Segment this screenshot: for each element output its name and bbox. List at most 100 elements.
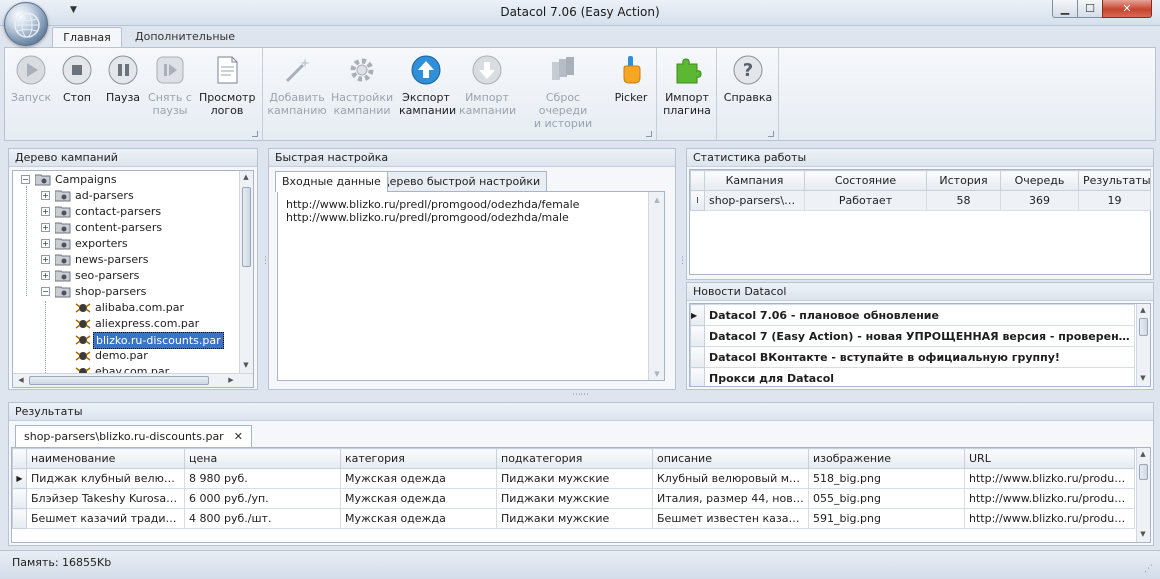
column-header[interactable]: Кампания <box>704 170 805 191</box>
add-campaign-button[interactable]: Добавить кампанию <box>267 54 327 117</box>
column-header[interactable]: URL <box>964 448 1135 469</box>
column-header[interactable]: описание <box>652 448 809 469</box>
tree-node-folder[interactable]: + contact-parsers <box>17 204 237 220</box>
stats-grid[interactable]: Кампания Состояние История Очередь Резул… <box>689 169 1151 275</box>
table-row[interactable]: ▶ Пиджак клубный велюровый 8 980 руб. Му… <box>12 468 1135 489</box>
tree-node-folder[interactable]: + content-parsers <box>17 220 237 236</box>
column-header[interactable]: категория <box>340 448 497 469</box>
stop-button[interactable]: Стоп <box>55 54 99 104</box>
input-data-textarea[interactable]: http://www.blizko.ru/predl/promgood/odez… <box>277 191 665 381</box>
scroll-up-icon[interactable]: ▲ <box>651 194 663 207</box>
column-header[interactable]: История <box>926 170 1001 191</box>
scroll-thumb[interactable] <box>1139 464 1148 480</box>
view-logs-button[interactable]: Просмотр логов <box>199 54 255 117</box>
campaign-settings-button[interactable]: Настройки кампании <box>331 54 393 117</box>
tree-vertical-scrollbar[interactable]: ▲ ▼ <box>239 171 253 373</box>
tree-node-file[interactable]: alibaba.com.par <box>17 300 237 316</box>
column-header[interactable]: подкатегория <box>496 448 653 469</box>
splitter-grip[interactable]: ⋮ <box>261 257 270 266</box>
quick-access-dropdown-icon[interactable]: ▼ <box>70 5 77 15</box>
scroll-down-icon[interactable]: ▼ <box>240 361 252 369</box>
scroll-up-icon[interactable]: ▲ <box>1137 450 1149 458</box>
tree-node-folder[interactable]: + seo-parsers <box>17 268 237 284</box>
minimize-button[interactable]: ▁ <box>1052 0 1078 18</box>
pause-button[interactable]: Пауза <box>101 54 145 104</box>
close-tab-icon[interactable]: ✕ <box>234 430 243 443</box>
tree-node-file[interactable]: aliexpress.com.par <box>17 316 237 332</box>
collapse-icon[interactable]: − <box>21 175 30 184</box>
column-header[interactable]: Очередь <box>1000 170 1079 191</box>
resize-grip-icon[interactable]: ⋰ <box>1144 564 1153 574</box>
close-button[interactable]: ✕ <box>1102 0 1152 18</box>
picker-button[interactable]: Picker <box>609 54 653 104</box>
column-header[interactable]: изображение <box>808 448 965 469</box>
table-row[interactable]: I shop-parsers\bli... Работает 58 369 19 <box>690 190 1151 211</box>
scroll-up-icon[interactable]: ▲ <box>240 173 252 181</box>
tab-extra[interactable]: Дополнительные <box>130 27 240 48</box>
group-launcher-icon[interactable] <box>252 131 258 137</box>
unpause-button[interactable]: Снять с паузы <box>145 54 195 117</box>
tab-input-data[interactable]: Входные данные <box>275 171 388 192</box>
news-item[interactable]: Datacol 7 (Easy Action) - новая УПРОЩЕНН… <box>690 325 1135 347</box>
news-item[interactable]: Datacol ВКонтакте - вступайте в официаль… <box>690 346 1135 368</box>
tree-node-folder[interactable]: + exporters <box>17 236 237 252</box>
ribbon-group-campaigns: Добавить кампанию Настройки кампании Экс… <box>263 48 657 140</box>
row-pointer-icon: ▶ <box>12 468 27 489</box>
tree-node-root[interactable]: − Campaigns <box>17 172 237 188</box>
help-button[interactable]: ? Справка <box>723 54 773 104</box>
scroll-right-icon[interactable]: ▶ <box>225 376 237 384</box>
scroll-thumb[interactable] <box>1139 318 1148 336</box>
news-grid[interactable]: ▶ Datacol 7.06 - плановое обновление Data… <box>689 303 1151 387</box>
table-row[interactable]: Блэйзер Takeshy Kurosawa 6 000 руб./уп. … <box>12 488 1135 509</box>
expand-icon[interactable]: + <box>41 271 50 280</box>
tree-node-file-selected[interactable]: blizko.ru-discounts.par <box>17 332 237 349</box>
group-launcher-icon[interactable] <box>646 131 652 137</box>
import-plugin-button[interactable]: Импорт плагина <box>661 54 713 117</box>
start-button[interactable]: Запуск <box>7 54 55 104</box>
tree-node-folder[interactable]: + ad-parsers <box>17 188 237 204</box>
scroll-thumb[interactable] <box>242 187 251 267</box>
magic-wand-icon <box>285 58 310 83</box>
results-vertical-scrollbar[interactable]: ▲ ▼ <box>1136 448 1150 542</box>
tree-node-folder[interactable]: + news-parsers <box>17 252 237 268</box>
news-item[interactable]: Прокси для Datacol <box>690 367 1135 386</box>
close-icon: ✕ <box>1122 2 1132 15</box>
scroll-down-icon[interactable]: ▼ <box>1137 374 1149 382</box>
collapse-icon[interactable]: − <box>41 287 50 296</box>
splitter-grip[interactable]: ⋮ <box>678 257 687 266</box>
column-header[interactable]: наименование <box>26 448 185 469</box>
expand-icon[interactable]: + <box>41 239 50 248</box>
results-grid[interactable]: наименование цена категория подкатегория… <box>11 447 1151 543</box>
tab-quick-tree[interactable]: Дерево быстрой настройки <box>374 171 548 191</box>
tree-horizontal-scrollbar[interactable]: ◀ ▶ <box>13 373 253 387</box>
news-vertical-scrollbar[interactable]: ▲ ▼ <box>1136 304 1150 386</box>
expand-icon[interactable]: + <box>41 191 50 200</box>
campaign-tree[interactable]: − Campaigns + ad-parsers + contact-parse… <box>12 170 254 388</box>
reset-queue-button[interactable]: Сброс очереди и истории <box>521 54 605 130</box>
column-header[interactable]: цена <box>184 448 341 469</box>
scroll-down-icon[interactable]: ▼ <box>1137 530 1149 538</box>
scroll-up-icon[interactable]: ▲ <box>1137 306 1149 314</box>
column-header[interactable]: Состояние <box>804 170 927 191</box>
expand-icon[interactable]: + <box>41 207 50 216</box>
maximize-button[interactable]: ☐ <box>1077 0 1103 18</box>
news-item[interactable]: ▶ Datacol 7.06 - плановое обновление <box>690 304 1135 326</box>
column-header[interactable]: Результаты <box>1078 170 1151 191</box>
news-table: ▶ Datacol 7.06 - плановое обновление Data… <box>690 304 1135 386</box>
results-tab[interactable]: shop-parsers\blizko.ru-discounts.par ✕ <box>15 425 252 447</box>
scroll-thumb[interactable] <box>29 376 209 385</box>
expand-icon[interactable]: + <box>41 223 50 232</box>
tree-node-folder[interactable]: − shop-parsers <box>17 284 237 300</box>
export-campaigns-button[interactable]: Экспорт кампании <box>399 54 456 117</box>
expand-icon[interactable]: + <box>41 255 50 264</box>
table-row[interactable]: Бешмет казачий традицио... 4 800 руб./шт… <box>12 508 1135 529</box>
scroll-down-icon[interactable]: ▼ <box>651 368 663 380</box>
scroll-left-icon[interactable]: ◀ <box>15 376 27 384</box>
splitter-grip[interactable]: ⋯⋯ <box>572 391 589 400</box>
tree-node-file[interactable]: demo.par <box>17 348 237 364</box>
group-launcher-icon[interactable] <box>768 131 774 137</box>
input-vertical-scrollbar[interactable]: ▲ ▼ <box>648 192 664 380</box>
tab-main[interactable]: Главная <box>52 27 122 48</box>
app-orb-button[interactable] <box>4 2 48 46</box>
import-campaigns-button[interactable]: Импорт кампании <box>459 54 516 117</box>
